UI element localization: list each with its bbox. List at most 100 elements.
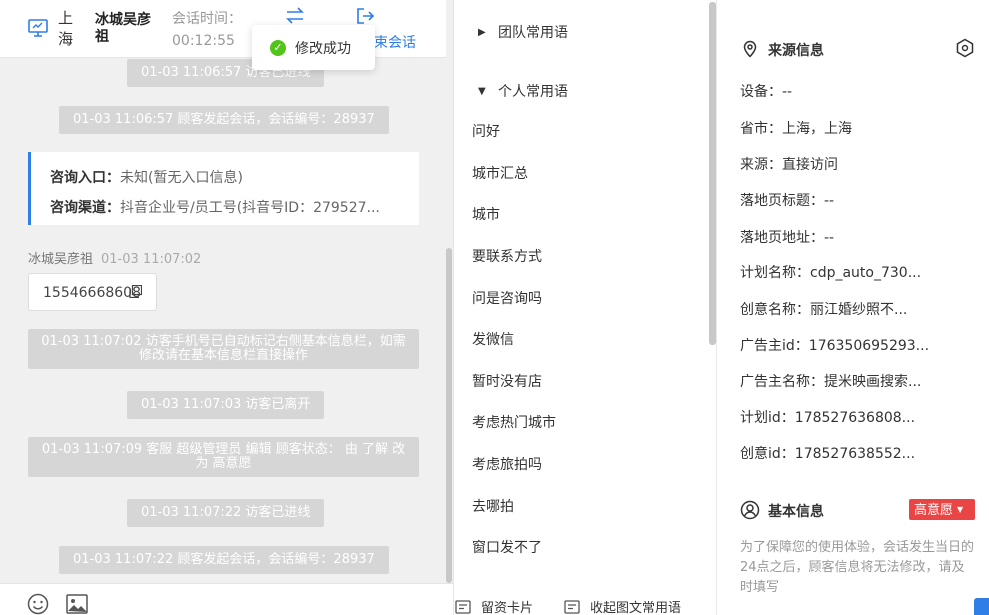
consult-info-card: 咨询入口：未知(暂无入口信息) 咨询渠道：抖音企业号/员工号(抖音号ID：279… — [28, 152, 419, 225]
consult-channel-value: 抖音企业号/员工号(抖音号ID：279527... — [120, 200, 380, 216]
info-field-landing-url: 落地页地址：-- — [740, 227, 834, 247]
phrase-item[interactable]: 城市汇总 — [472, 163, 528, 183]
info-field-device: 设备：-- — [740, 81, 792, 101]
field-value: 178527638552... — [794, 446, 916, 462]
phrases-panel: ▶ 团队常用语 ▼ 个人常用语 问好 城市汇总 城市 要联系方式 问是咨询吗 发… — [453, 0, 716, 615]
image-icon[interactable] — [66, 594, 88, 614]
phrase-item[interactable]: 考虑热门城市 — [472, 412, 556, 432]
field-value: 丽江婚纱照不... — [810, 302, 908, 318]
message-bubble[interactable]: 15546668608 — [28, 273, 157, 311]
field-value: 176350695293... — [808, 338, 930, 354]
team-phrases-group[interactable]: ▶ 团队常用语 — [478, 22, 568, 42]
info-field-advertiser-name: 广告主名称：提米映画搜索... — [740, 371, 921, 391]
chat-scrollbar-thumb[interactable] — [446, 248, 452, 583]
field-value: 上海，上海 — [782, 121, 852, 137]
card-icon — [564, 599, 580, 614]
collapse-phrases-button[interactable]: 收起图文常用语 — [564, 597, 681, 615]
caret-right-icon: ▶ — [478, 26, 486, 38]
success-toast: ✓ 修改成功 — [252, 25, 375, 70]
session-time-label: 会话时间： — [172, 11, 242, 27]
phrase-item[interactable]: 窗口发不了 — [472, 537, 542, 557]
lead-card-button[interactable]: 留资卡片 — [455, 597, 533, 615]
system-message: 01-03 11:06:57 顾客发起会话，会话编号：28937 — [59, 106, 389, 134]
consult-entry-row: 咨询入口：未知(暂无入口信息) — [50, 163, 410, 193]
basic-info-title: 基本信息 — [768, 504, 824, 520]
chat-input-toolbar — [0, 583, 453, 615]
collapse-phrases-label: 收起图文常用语 — [590, 601, 682, 615]
field-value: -- — [824, 193, 835, 209]
info-field-advertiser-id: 广告主id：176350695293... — [740, 335, 929, 355]
info-field-creative-name: 创意名称：丽江婚纱照不... — [740, 299, 907, 319]
personal-phrases-group[interactable]: ▼ 个人常用语 — [478, 81, 568, 101]
message-time: 01-03 11:07:02 — [101, 252, 202, 267]
location-icon — [743, 40, 757, 58]
phrase-item[interactable]: 考虑旅拍吗 — [472, 454, 542, 474]
info-field-plan-name: 计划名称：cdp_auto_730... — [740, 262, 921, 282]
team-phrases-label: 团队常用语 — [498, 25, 568, 41]
info-field-landing-title: 落地页标题：-- — [740, 190, 834, 210]
field-label: 计划id： — [740, 410, 795, 426]
field-value: 直接访问 — [782, 157, 838, 173]
chat-scrollbar[interactable] — [446, 0, 453, 615]
source-info-title: 来源信息 — [768, 43, 824, 59]
field-value: 提米映画搜索... — [824, 374, 922, 390]
visitor-city: 上海 — [58, 9, 74, 48]
phrase-item[interactable]: 去哪拍 — [472, 496, 514, 516]
message-sender: 冰城吴彦祖 01-03 11:07:02 — [28, 248, 201, 267]
copy-icon[interactable] — [129, 285, 142, 298]
system-message: 01-03 11:07:02 访客手机号已自动标记右侧基本信息栏，如需修改请在基… — [28, 329, 419, 369]
message-text: 15546668608 — [43, 285, 141, 301]
desktop-icon — [28, 19, 48, 37]
caret-down-icon: ▼ — [957, 505, 964, 514]
info-field-province: 省市：上海，上海 — [740, 118, 852, 138]
phrase-item[interactable]: 要联系方式 — [472, 246, 542, 266]
consult-entry-label: 咨询入口： — [50, 170, 120, 186]
session-time: 00:12:55 — [172, 33, 235, 49]
intent-status-label: 高意愿 — [914, 503, 954, 518]
consult-channel-row: 咨询渠道：抖音企业号/员工号(抖音号ID：279527... — [50, 193, 410, 223]
toast-message: 修改成功 — [295, 40, 351, 57]
system-message: 01-03 11:07:22 访客已进线 — [127, 499, 325, 527]
field-value: 178527636808... — [794, 410, 916, 426]
phrase-item[interactable]: 发微信 — [472, 329, 514, 349]
settings-hex-icon[interactable] — [955, 38, 975, 58]
floating-action-button[interactable] — [974, 598, 989, 615]
intent-status-dropdown[interactable]: 高意愿 ▼ — [909, 499, 975, 520]
chat-header: 上海 冰城吴彦祖 会话时间： 00:12:55 束会话 — [0, 0, 446, 58]
field-label: 广告主id： — [740, 338, 809, 354]
system-message: 01-03 11:07:03 访客已离开 — [127, 391, 325, 419]
field-label: 省市： — [740, 121, 782, 137]
card-icon — [455, 599, 471, 614]
chat-panel: 上海 冰城吴彦祖 会话时间： 00:12:55 束会话 ✓ 修改成功 01-03… — [0, 0, 446, 615]
field-value: -- — [782, 84, 793, 100]
phrases-scrollbar[interactable] — [709, 2, 716, 345]
phrase-item[interactable]: 城市 — [472, 204, 500, 224]
info-field-source: 来源：直接访问 — [740, 154, 838, 174]
phrase-item[interactable]: 问是咨询吗 — [472, 288, 542, 308]
lead-card-label: 留资卡片 — [481, 601, 534, 615]
consult-channel-label: 咨询渠道： — [50, 200, 120, 216]
phrase-item[interactable]: 暂时没有店 — [472, 371, 542, 391]
end-session-button[interactable]: 束会话 — [374, 32, 416, 52]
field-value: cdp_auto_730... — [810, 265, 922, 281]
transfer-icon[interactable] — [284, 6, 306, 26]
field-label: 创意名称： — [740, 302, 810, 318]
phrase-item[interactable]: 问好 — [472, 121, 500, 141]
field-label: 落地页地址： — [740, 230, 824, 246]
system-message: 01-03 11:07:09 客服 超级管理员 编辑 顾客状态： 由 了解 改为… — [28, 437, 419, 477]
caret-down-icon: ▼ — [478, 85, 486, 97]
field-label: 设备： — [740, 84, 782, 100]
emoji-icon[interactable] — [27, 593, 49, 615]
field-value: -- — [824, 230, 835, 246]
system-message: 01-03 11:07:22 顾客发起会话，会话编号：28937 — [59, 546, 389, 574]
visitor-info-panel: 来源信息 设备：-- 省市：上海，上海 来源：直接访问 落地页标题：-- 落地页… — [716, 0, 989, 615]
user-circle-icon — [740, 500, 760, 520]
visitor-name: 冰城吴彦祖 — [95, 12, 151, 45]
field-label: 计划名称： — [740, 265, 810, 281]
info-field-creative-id: 创意id：178527638552... — [740, 443, 915, 463]
field-label: 创意id： — [740, 446, 795, 462]
sender-name: 冰城吴彦祖 — [28, 252, 94, 267]
edit-deadline-note: 为了保障您的使用体验，会话发生当日的24点之后，顾客信息将无法修改，请及时填写 — [740, 540, 975, 595]
field-label: 来源： — [740, 157, 782, 173]
exit-icon[interactable] — [355, 6, 375, 26]
